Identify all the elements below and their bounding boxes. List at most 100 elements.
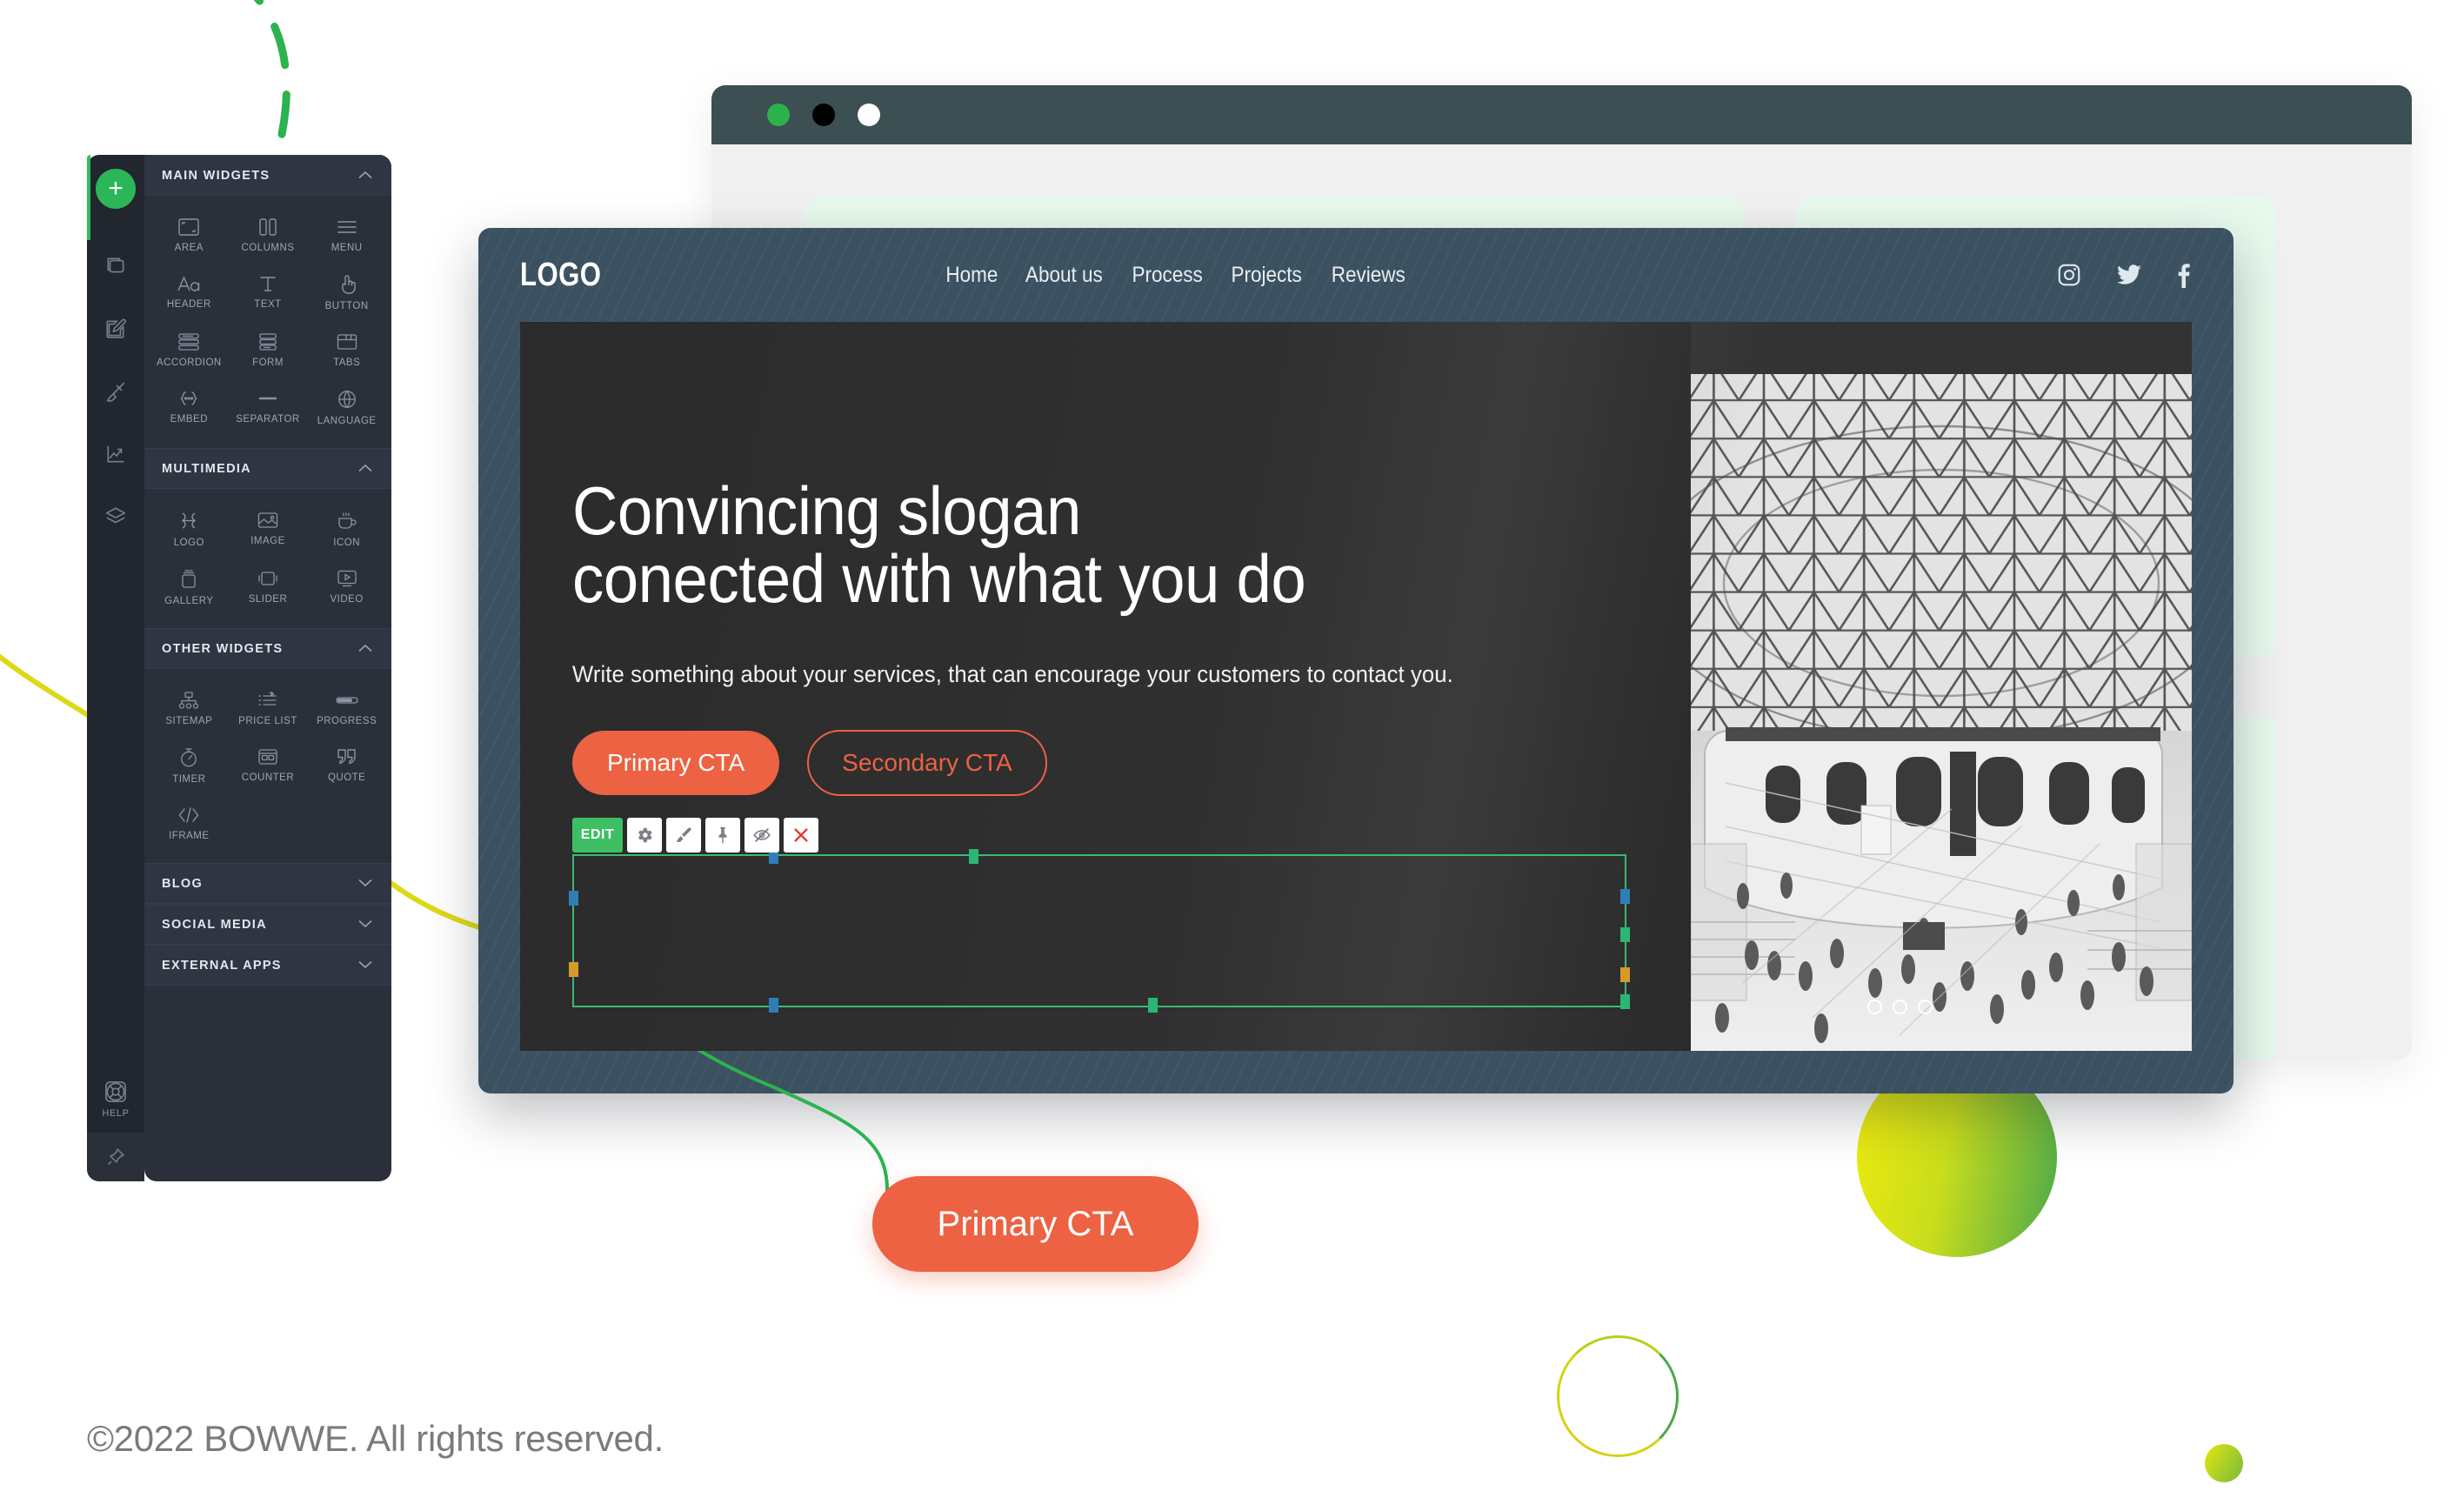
widget-menu[interactable]: MENU (307, 208, 386, 264)
layers-icon[interactable] (87, 485, 144, 548)
widget-gallery[interactable]: GALLERY (150, 559, 229, 618)
widget-label: MENU (331, 243, 363, 253)
page-root: LOGO Home About us Process Projects Revi… (0, 0, 2464, 1498)
site-navbar: LOGO Home About us Process Projects Revi… (478, 228, 2234, 322)
slider-dot-1[interactable] (1867, 1000, 1882, 1014)
primary-cta-button[interactable]: Primary CTA (572, 731, 780, 795)
hero-slogan[interactable]: Convincing slogan conected with what you… (572, 477, 2079, 612)
widget-tabs[interactable]: TABS (307, 323, 386, 379)
group-header-blog[interactable]: BLOG (144, 863, 391, 904)
resize-handle-left-blue[interactable] (569, 891, 578, 906)
secondary-cta-button[interactable]: Secondary CTA (807, 730, 1047, 796)
chevron-up-icon[interactable] (358, 642, 372, 656)
widget-language[interactable]: LANGUAGE (307, 379, 386, 438)
widget-area[interactable]: AREA (150, 208, 229, 264)
help-button[interactable]: HELP (102, 1080, 129, 1133)
group-header-multimedia[interactable]: MULTIMEDIA (144, 448, 391, 489)
widget-label: HEADER (166, 299, 211, 310)
group-header-main-widgets[interactable]: MAIN WIDGETS (144, 155, 391, 196)
pages-icon[interactable] (87, 235, 144, 298)
widget-label: ICON (333, 538, 361, 548)
brush-icon[interactable] (87, 360, 144, 423)
ring-outline-decoration (1557, 1335, 1679, 1457)
widget-label: GALLERY (164, 596, 214, 606)
resize-handle-right-orange[interactable] (1620, 967, 1630, 982)
widget-accordion[interactable]: ACCORDION (150, 323, 229, 379)
chevron-down-icon[interactable] (358, 877, 372, 891)
pin-icon[interactable] (705, 818, 740, 853)
widget-quote[interactable]: QUOTE (307, 738, 386, 796)
group-header-external-apps[interactable]: EXTERNAL APPS (144, 945, 391, 986)
widget-iframe[interactable]: IFRAME (150, 796, 229, 853)
widget-edit-toolbar[interactable]: EDIT (572, 818, 818, 853)
group-grid-other-widgets: SITEMAP PRICE LIST PROGRESS TIMER COUNTE… (144, 669, 391, 863)
resize-handle-top-green[interactable] (969, 849, 978, 864)
hero-cta-row: Primary CTA Secondary CTA (572, 730, 2192, 796)
analytics-icon[interactable] (87, 423, 144, 485)
widget-separator[interactable]: SEPARATOR (229, 379, 308, 438)
facebook-icon[interactable] (2176, 262, 2192, 288)
hero-slider-dots[interactable] (1867, 1000, 1933, 1014)
widget-sitemap[interactable]: SITEMAP (150, 681, 229, 738)
resize-handle-left-orange[interactable] (569, 962, 578, 977)
widget-icon[interactable]: ICON (307, 501, 386, 559)
widget-columns[interactable]: COLUMNS (229, 208, 308, 264)
nav-link-reviews[interactable]: Reviews (1331, 263, 1405, 288)
nav-link-process[interactable]: Process (1132, 263, 1203, 288)
nav-link-home[interactable]: Home (945, 263, 998, 288)
brush-icon[interactable] (666, 818, 701, 853)
resize-handle-right-green[interactable] (1620, 927, 1630, 942)
pin-icon[interactable] (87, 1133, 144, 1181)
widget-form[interactable]: FORM (229, 323, 308, 379)
resize-handle-corner-green[interactable] (1620, 994, 1630, 1009)
close-x-icon[interactable] (784, 818, 818, 853)
hero-subtitle[interactable]: Write something about your services, tha… (572, 661, 2111, 688)
widget-button[interactable]: BUTTON (307, 264, 386, 323)
widget-price-list[interactable]: PRICE LIST (229, 681, 308, 738)
twitter-icon[interactable] (2115, 262, 2143, 288)
callout-primary-cta[interactable]: Primary CTA (872, 1176, 1199, 1272)
widget-label: LANGUAGE (317, 416, 377, 426)
widget-label: EMBED (170, 414, 209, 425)
widget-text[interactable]: TEXT (229, 264, 308, 323)
slider-dot-3[interactable] (1918, 1000, 1933, 1014)
window-dot-white[interactable] (858, 104, 880, 126)
widget-video[interactable]: VIDEO (307, 559, 386, 618)
widget-selection-box[interactable] (569, 849, 1630, 1013)
widget-logo[interactable]: LOGO (150, 501, 229, 559)
group-title: SOCIAL MEDIA (162, 917, 267, 932)
widget-label: PRICE LIST (238, 716, 297, 726)
chevron-down-icon[interactable] (358, 918, 372, 932)
chevron-up-icon[interactable] (358, 169, 372, 183)
edit-icon[interactable] (87, 298, 144, 360)
chevron-up-icon[interactable] (358, 462, 372, 476)
nav-link-about-us[interactable]: About us (1025, 263, 1103, 288)
group-grid-multimedia: LOGO IMAGE ICON GALLERY SLIDER VIDEO (144, 489, 391, 628)
slider-dot-2[interactable] (1893, 1000, 1907, 1014)
site-logo[interactable]: LOGO (520, 257, 601, 294)
nav-link-projects[interactable]: Projects (1232, 263, 1302, 288)
widget-slider[interactable]: SLIDER (229, 559, 308, 618)
widget-progress[interactable]: PROGRESS (307, 681, 386, 738)
widget-header[interactable]: HEADER (150, 264, 229, 323)
widget-image[interactable]: IMAGE (229, 501, 308, 559)
widget-timer[interactable]: TIMER (150, 738, 229, 796)
window-dot-green[interactable] (767, 104, 790, 126)
add-widget-button[interactable]: + (96, 169, 136, 209)
widget-counter[interactable]: COUNTER (229, 738, 308, 796)
widget-embed[interactable]: EMBED (150, 379, 229, 438)
resize-handle-bottom-blue[interactable] (769, 998, 778, 1013)
group-header-social-media[interactable]: SOCIAL MEDIA (144, 904, 391, 945)
resize-handle-bottom-green[interactable] (1148, 998, 1158, 1013)
resize-handle-right-blue[interactable] (1620, 889, 1630, 904)
widget-label: BUTTON (324, 301, 369, 311)
widget-label: COUNTER (241, 772, 295, 783)
group-header-other-widgets[interactable]: OTHER WIDGETS (144, 628, 391, 669)
eye-slash-icon[interactable] (745, 818, 779, 853)
chevron-down-icon[interactable] (358, 959, 372, 973)
widget-label: AREA (174, 243, 204, 253)
edit-button[interactable]: EDIT (572, 818, 623, 853)
settings-gear-icon[interactable] (627, 818, 662, 853)
window-dot-black[interactable] (812, 104, 835, 126)
instagram-icon[interactable] (2056, 262, 2082, 288)
